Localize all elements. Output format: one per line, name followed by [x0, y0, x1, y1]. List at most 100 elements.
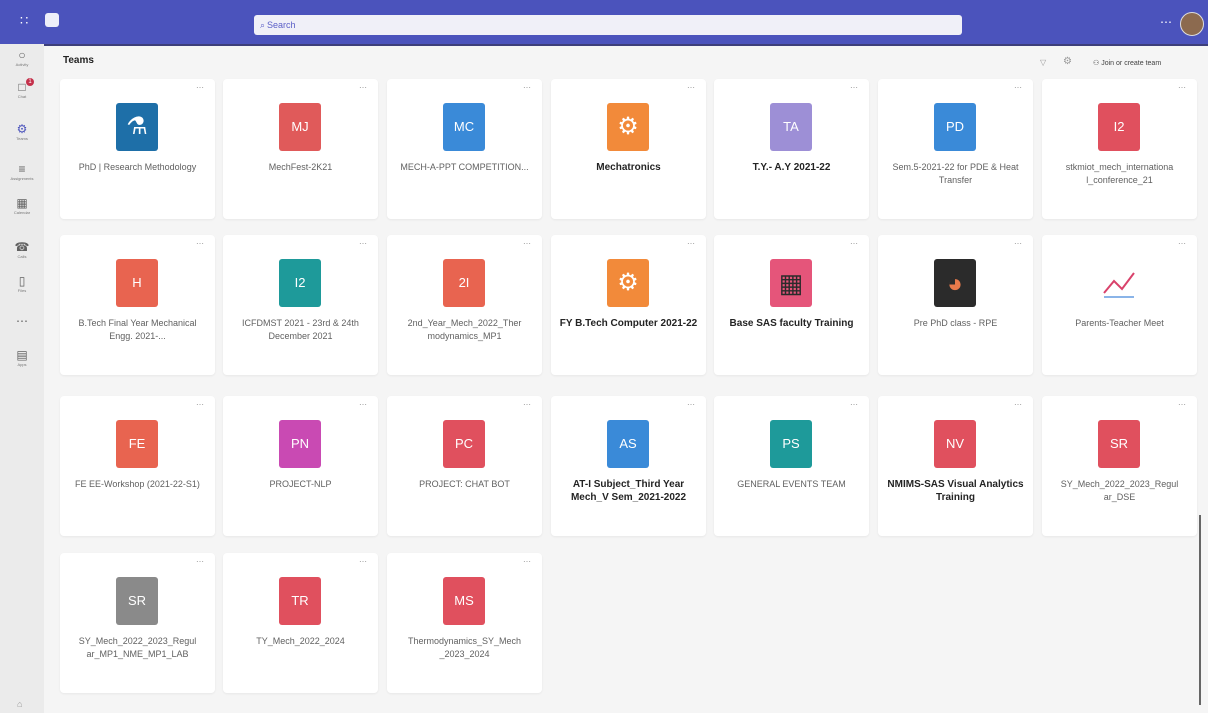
calls-icon: ☎: [14, 240, 30, 254]
rail-item-label: Apps: [17, 362, 27, 367]
more-options-icon[interactable]: ⋯: [1014, 239, 1023, 248]
team-card[interactable]: ⋯ Pre PhD class - RPE: [878, 235, 1033, 375]
team-card[interactable]: ⋯ SR SY_Mech_2022_2023_Regul ar_DSE: [1042, 396, 1197, 536]
team-avatar: MC: [443, 103, 485, 151]
team-card[interactable]: ⋯ PhD | Research Methodology: [60, 79, 215, 219]
team-card[interactable]: ⋯ PD Sem.5-2021-22 for PDE & Heat Transfer: [878, 79, 1033, 219]
microscope-icon: [116, 103, 158, 151]
team-avatar: SR: [1098, 420, 1140, 468]
rail-item-activity[interactable]: ○ Activity: [0, 48, 44, 78]
team-card[interactable]: ⋯ MS Thermodynamics_SY_Mech _2023_2024: [387, 553, 542, 693]
team-card[interactable]: ⋯ MC MECH-A-PPT COMPETITION...: [387, 79, 542, 219]
team-card[interactable]: ⋯ Base SAS faculty Training: [714, 235, 869, 375]
more-options-icon[interactable]: ⋯: [850, 239, 859, 248]
more-options-icon[interactable]: ⋯: [359, 557, 368, 566]
team-card[interactable]: ⋯ TA T.Y.- A.Y 2021-22: [714, 79, 869, 219]
more-options-icon[interactable]: ⋯: [359, 83, 368, 92]
app-launcher-icon[interactable]: ∷: [20, 14, 34, 28]
team-avatar: PD: [934, 103, 976, 151]
team-card[interactable]: ⋯ PN PROJECT-NLP: [223, 396, 378, 536]
more-options-icon[interactable]: ⋯: [359, 400, 368, 409]
search-input[interactable]: ⌕ Search: [254, 15, 962, 35]
team-name: T.Y.- A.Y 2021-22: [752, 162, 831, 173]
more-options-icon[interactable]: ⋯: [1178, 400, 1187, 409]
more-options-icon[interactable]: ⋯: [359, 239, 368, 248]
team-avatar: TA: [770, 103, 812, 151]
team-card[interactable]: ⋯ TR TY_Mech_2022_2024: [223, 553, 378, 693]
team-card[interactable]: ⋯ SR SY_Mech_2022_2023_Regul ar_MP1_NME_MP…: [60, 553, 215, 693]
team-name: SY_Mech_2022_2023_Regul ar_DSE: [1060, 479, 1179, 502]
rail-item-label: Files: [17, 288, 27, 293]
team-avatar: I2: [1098, 103, 1140, 151]
gears-icon: [607, 103, 649, 151]
rail-item-apps[interactable]: ▤ Apps: [0, 348, 44, 378]
team-avatar: MS: [443, 577, 485, 625]
rail-item-files[interactable]: ▯ Files: [0, 274, 44, 304]
team-card[interactable]: ⋯ I2 ICFDMST 2021 - 23rd & 24th December 2…: [223, 235, 378, 375]
more-options-icon[interactable]: ⋯: [523, 400, 532, 409]
more-options-icon[interactable]: ⋯: [523, 239, 532, 248]
team-avatar: TR: [279, 577, 321, 625]
calendar-icon: ▦: [16, 196, 28, 210]
team-name: Parents-Teacher Meet: [1075, 318, 1164, 328]
rail-item-more[interactable]: ⋯: [0, 314, 44, 344]
people-add-icon: ⚇: [1093, 60, 1100, 67]
team-name: NMIMS-SAS Visual Analytics Training: [887, 479, 1024, 503]
more-options-icon[interactable]: ⋯: [1014, 83, 1023, 92]
rail-item-assignments[interactable]: ≡ Assignments: [0, 162, 44, 192]
app-rail: ○ Activity □ Chat 1 ⚙ Teams ≡ Assignments ▦ Calend…: [0, 44, 44, 713]
more-options-icon[interactable]: ⋯: [196, 83, 205, 92]
team-card[interactable]: ⋯ FE FE EE-Workshop (2021-22-S1): [60, 396, 215, 536]
assignments-icon: ≡: [18, 162, 26, 176]
help-icon[interactable]: ⌂: [17, 699, 22, 709]
team-card[interactable]: ⋯ PS GENERAL EVENTS TEAM: [714, 396, 869, 536]
join-or-create-team-button[interactable]: ⚇ Join or create team: [1093, 59, 1161, 67]
more-icon: ⋯: [16, 314, 28, 328]
team-card[interactable]: ⋯ I2 stkmiot_mech_internationa l_conferenc…: [1042, 79, 1197, 219]
team-card[interactable]: ⋯ AS AT-I Subject_Third Year Mech_V Sem_20…: [551, 396, 706, 536]
team-avatar: H: [116, 259, 158, 307]
team-avatar: NV: [934, 420, 976, 468]
scrollbar[interactable]: [1199, 515, 1201, 705]
team-card[interactable]: ⋯ Mechatronics: [551, 79, 706, 219]
more-options-icon[interactable]: ⋯: [196, 400, 205, 409]
more-options-icon[interactable]: ⋯: [523, 557, 532, 566]
chat-icon: □: [18, 80, 26, 94]
rail-item-chat[interactable]: □ Chat 1: [0, 78, 44, 110]
avatar[interactable]: [1180, 12, 1204, 36]
more-options-icon[interactable]: ⋯: [687, 239, 696, 248]
rail-item-teams[interactable]: ⚙ Teams: [0, 122, 44, 152]
more-options-icon[interactable]: ⋯: [1014, 400, 1023, 409]
more-options-icon[interactable]: ⋯: [1160, 15, 1172, 29]
more-options-icon[interactable]: ⋯: [687, 400, 696, 409]
team-card[interactable]: ⋯ NV NMIMS-SAS Visual Analytics Training: [878, 396, 1033, 536]
more-options-icon[interactable]: ⋯: [687, 83, 696, 92]
team-card[interactable]: ⋯ MJ MechFest-2K21: [223, 79, 378, 219]
team-card[interactable]: ⋯ FY B.Tech Computer 2021-22: [551, 235, 706, 375]
search-placeholder: Search: [267, 20, 296, 30]
join-button-label: Join or create team: [1101, 60, 1162, 67]
rail-item-label: Assignments: [10, 176, 34, 181]
team-avatar: MJ: [279, 103, 321, 151]
gear-icon[interactable]: ⚙: [1063, 56, 1072, 67]
rail-item-calendar[interactable]: ▦ Calendar: [0, 196, 44, 226]
team-name: FY B.Tech Computer 2021-22: [559, 318, 698, 329]
team-card[interactable]: ⋯ 2I 2nd_Year_Mech_2022_Ther modynamics_MP…: [387, 235, 542, 375]
filter-icon[interactable]: ▽: [1040, 58, 1046, 67]
more-options-icon[interactable]: ⋯: [523, 83, 532, 92]
teams-logo-icon: [45, 13, 59, 27]
rail-item-calls[interactable]: ☎ Calls: [0, 240, 44, 270]
team-avatar: PN: [279, 420, 321, 468]
more-options-icon[interactable]: ⋯: [850, 400, 859, 409]
more-options-icon[interactable]: ⋯: [196, 557, 205, 566]
more-options-icon[interactable]: ⋯: [196, 239, 205, 248]
notification-badge: 1: [26, 78, 34, 86]
more-options-icon[interactable]: ⋯: [1178, 239, 1187, 248]
rail-item-label: Calendar: [13, 210, 31, 215]
team-card[interactable]: ⋯ Parents-Teacher Meet: [1042, 235, 1197, 375]
team-card[interactable]: ⋯ H B.Tech Final Year Mechanical Engg. 202…: [60, 235, 215, 375]
team-card[interactable]: ⋯ PC PROJECT: CHAT BOT: [387, 396, 542, 536]
bell-icon: ○: [18, 48, 26, 62]
more-options-icon[interactable]: ⋯: [850, 83, 859, 92]
more-options-icon[interactable]: ⋯: [1178, 83, 1187, 92]
